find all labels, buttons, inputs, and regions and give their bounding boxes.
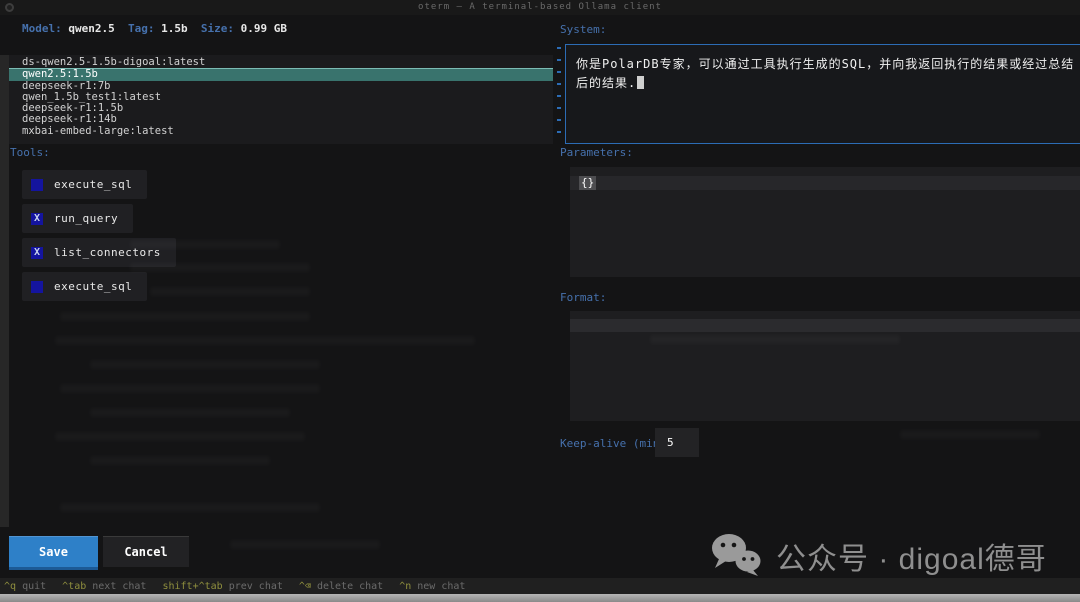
checkbox-unchecked-icon[interactable]: [31, 281, 43, 293]
size-value: 0.99 GB: [241, 22, 287, 35]
ghost-artifact: [55, 336, 475, 345]
ghost-artifact: [55, 432, 305, 441]
checkbox-checked-icon[interactable]: X: [31, 247, 43, 259]
footer-shortcut[interactable]: ^⌫ delete chat: [299, 581, 383, 592]
system-prompt-textarea[interactable]: 你是PolarDB专家，可以通过工具执行生成的SQL，并向我返回执行的结果或经过…: [565, 44, 1080, 144]
model-value: qwen2.5: [68, 22, 114, 35]
tool-item[interactable]: execute_sql: [22, 272, 147, 301]
parameters-value: {}: [579, 176, 596, 190]
shortcut-label: prev chat: [223, 581, 283, 592]
format-textarea[interactable]: [570, 311, 1080, 421]
model-list: ds-qwen2.5-1.5b-digoal:latestqwen2.5:1.5…: [9, 55, 553, 144]
shortcut-key: ^tab: [62, 581, 86, 592]
window-control-icon[interactable]: [5, 3, 14, 12]
window-title: oterm — A terminal-based Ollama client: [0, 2, 1080, 12]
ghost-artifact: [900, 430, 1040, 439]
wechat-icon: [710, 531, 762, 581]
parameters-textarea[interactable]: {}: [570, 167, 1080, 277]
format-label: Format:: [560, 291, 606, 304]
tool-label: run_query: [54, 212, 118, 225]
shortcut-key: ^n: [399, 581, 411, 592]
scrollbar-track[interactable]: [0, 55, 9, 527]
watermark-text: 公众号 · digoal德哥: [776, 534, 1047, 578]
keep-alive-label: Keep-alive (min): [560, 437, 666, 450]
tools-label: Tools:: [10, 146, 50, 159]
ghost-artifact: [650, 335, 900, 344]
parameters-cursor-line: {}: [570, 176, 1080, 190]
oterm-window: oterm — A terminal-based Ollama client M…: [0, 0, 1080, 602]
tools-list: execute_sqlXrun_queryXlist_connectorsexe…: [22, 170, 176, 306]
footer-shortcut[interactable]: ^n new chat: [399, 581, 465, 592]
tool-item[interactable]: Xrun_query: [22, 204, 133, 233]
ghost-artifact: [90, 360, 320, 369]
model-row-selected[interactable]: qwen2.5:1.5b: [9, 68, 553, 80]
ghost-artifact: [90, 456, 270, 465]
model-label: Model:: [22, 22, 62, 35]
system-box-ticks: [557, 47, 561, 141]
tool-label: execute_sql: [54, 280, 132, 293]
shortcut-key: shift+^tab: [162, 581, 222, 592]
ghost-artifact: [60, 503, 320, 512]
shortcut-key: ^q: [4, 581, 16, 592]
tool-item[interactable]: execute_sql: [22, 170, 147, 199]
size-label: Size:: [201, 22, 234, 35]
checkbox-checked-icon[interactable]: X: [31, 213, 43, 225]
title-bar: oterm — A terminal-based Ollama client: [0, 0, 1080, 15]
checkbox-unchecked-icon[interactable]: [31, 179, 43, 191]
tag-label: Tag:: [128, 22, 155, 35]
model-row[interactable]: ds-qwen2.5-1.5b-digoal:latest: [9, 57, 553, 68]
shortcut-label: next chat: [86, 581, 146, 592]
footer-shortcut[interactable]: ^tab next chat: [62, 581, 146, 592]
system-label: System:: [560, 23, 606, 36]
ghost-artifact: [60, 384, 320, 393]
tag-value: 1.5b: [161, 22, 188, 35]
tool-label: execute_sql: [54, 178, 132, 191]
footer-shortcut[interactable]: shift+^tab prev chat: [162, 581, 282, 592]
ghost-artifact: [150, 287, 310, 296]
shortcut-label: delete chat: [311, 581, 383, 592]
cancel-button[interactable]: Cancel: [103, 536, 189, 570]
shortcut-label: new chat: [411, 581, 465, 592]
bottom-edge-strip: [0, 594, 1080, 602]
ghost-artifact: [90, 408, 290, 417]
ghost-artifact: [130, 240, 280, 249]
footer-shortcut[interactable]: ^q quit: [4, 581, 46, 592]
format-cursor-line: [570, 319, 1080, 332]
shortcut-key: ^⌫: [299, 581, 311, 592]
save-button[interactable]: Save: [9, 536, 98, 570]
system-prompt-text: 你是PolarDB专家，可以通过工具执行生成的SQL，并向我返回执行的结果或经过…: [576, 57, 1074, 90]
ghost-artifact: [130, 263, 310, 272]
text-cursor: [637, 76, 644, 89]
ghost-artifact: [230, 540, 380, 549]
ghost-artifact: [60, 312, 310, 321]
model-row[interactable]: mxbai-embed-large:latest: [9, 126, 553, 137]
keep-alive-input[interactable]: 5: [655, 428, 699, 457]
model-info-bar: Model: qwen2.5 Tag: 1.5b Size: 0.99 GB: [22, 22, 287, 35]
watermark: 公众号 · digoal德哥: [710, 531, 1047, 581]
parameters-label: Parameters:: [560, 146, 633, 159]
shortcut-label: quit: [16, 581, 46, 592]
